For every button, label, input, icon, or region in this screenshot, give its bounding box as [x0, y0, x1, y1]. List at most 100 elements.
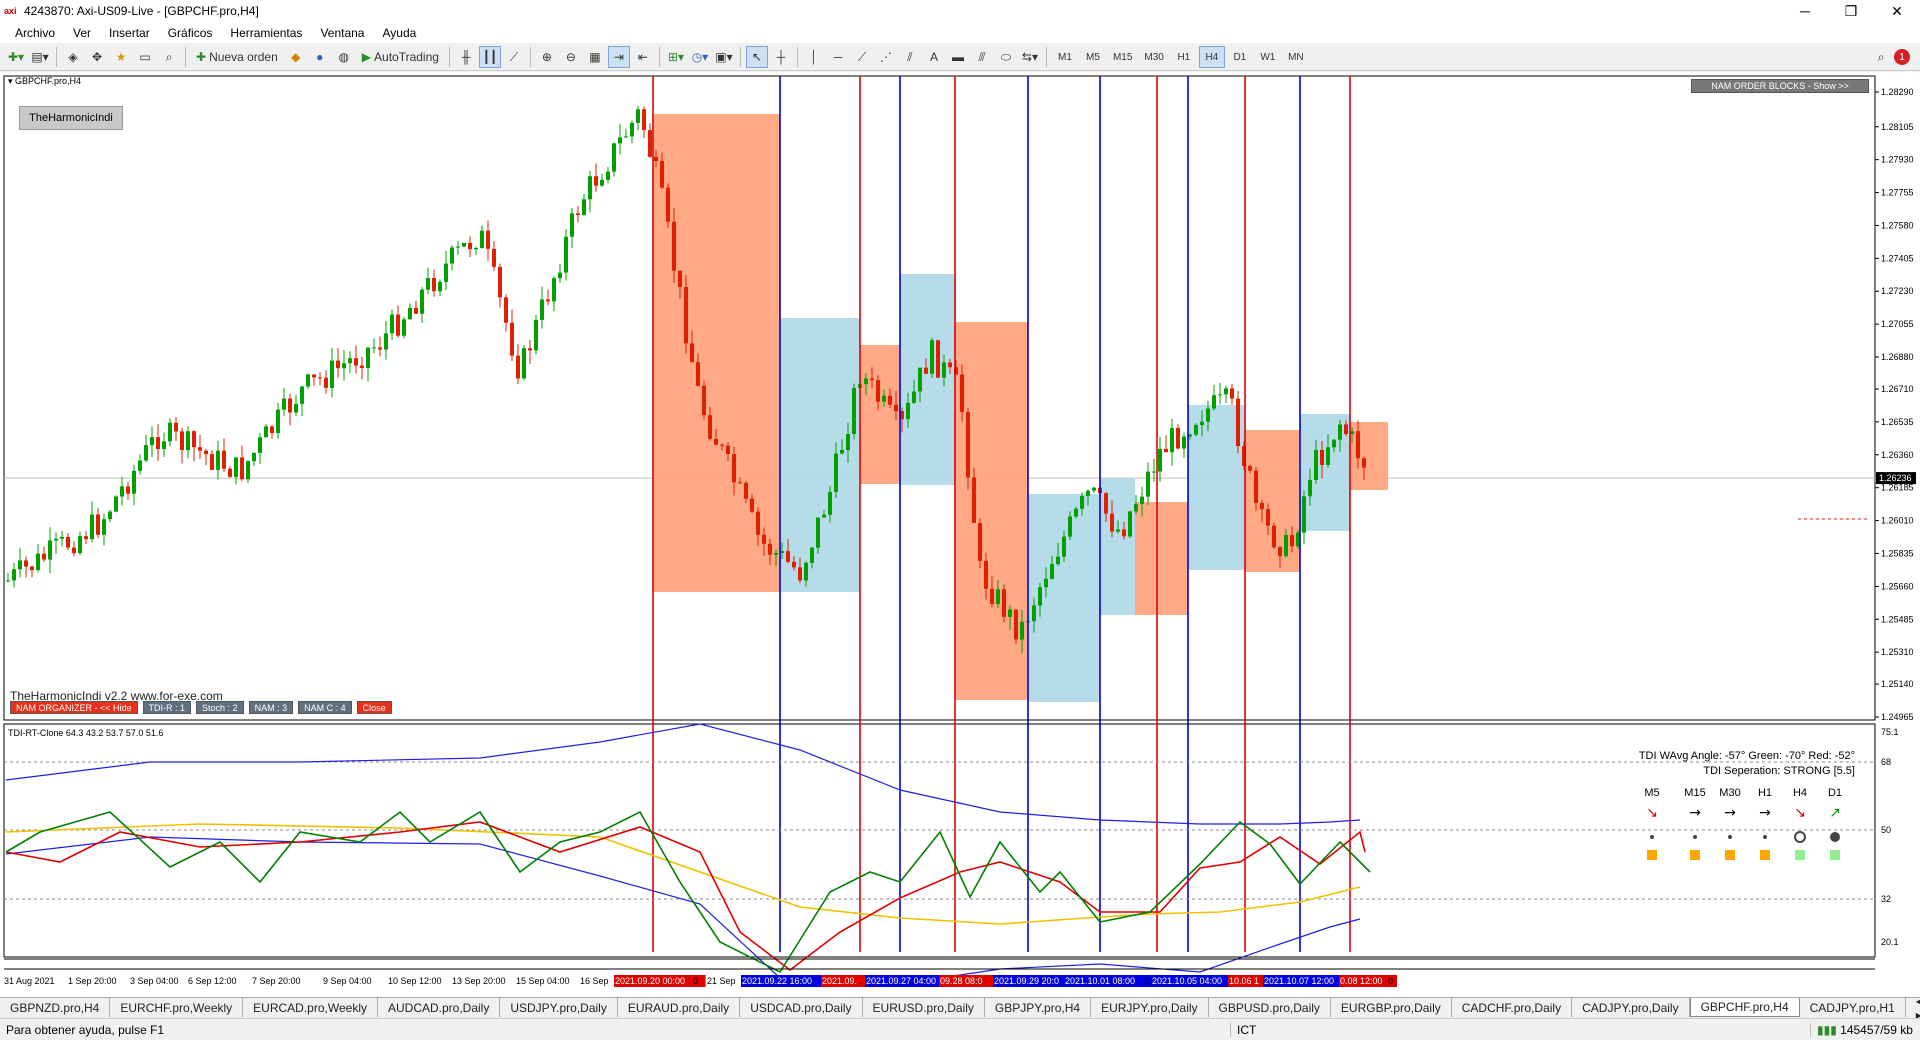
- tf-m5[interactable]: M5: [1080, 46, 1106, 68]
- chart-tab[interactable]: GBPUSD.pro,Daily: [1209, 998, 1331, 1017]
- label-tool-icon[interactable]: ▬: [947, 46, 969, 68]
- menu-archivo[interactable]: Archivo: [6, 26, 64, 40]
- menu-insertar[interactable]: Insertar: [100, 26, 159, 40]
- stoch-button[interactable]: Stoch : 2: [196, 701, 244, 714]
- new-chart-icon[interactable]: ✚▾: [5, 46, 27, 68]
- tf-h4[interactable]: H4: [1198, 46, 1225, 68]
- candlestick-icon[interactable]: ┃┃: [478, 46, 501, 68]
- menu-graficos[interactable]: Gráficos: [159, 26, 222, 40]
- chart-tab[interactable]: CADJPY.pro,Daily: [1572, 998, 1690, 1017]
- tab-scroll-icon[interactable]: ◂ ▸: [1906, 994, 1920, 1022]
- navigator-icon[interactable]: ★: [110, 46, 132, 68]
- bear-candle: [336, 360, 340, 369]
- market-watch-icon[interactable]: ◈: [62, 46, 84, 68]
- tf-h1[interactable]: H1: [1171, 46, 1197, 68]
- chart-tab[interactable]: EURCAD.pro,Weekly: [243, 998, 378, 1017]
- andrews-pitchfork-icon[interactable]: ⫻: [971, 46, 993, 68]
- notification-badge[interactable]: 1: [1894, 49, 1910, 65]
- indicators-icon[interactable]: ⊞▾: [665, 46, 687, 68]
- bull-candle: [36, 553, 40, 571]
- minimize-icon[interactable]: ─: [1782, 0, 1828, 22]
- arrows-icon[interactable]: ⇆▾: [1019, 46, 1041, 68]
- nam-button[interactable]: NAM : 3: [248, 701, 294, 714]
- tf-mn[interactable]: MN: [1283, 46, 1309, 68]
- new-order-button[interactable]: ✚ Nueva orden: [191, 46, 283, 68]
- bear-candle: [1002, 589, 1006, 617]
- tdi-r-button[interactable]: TDI-R : 1: [142, 701, 192, 714]
- chart-tab[interactable]: EURJPY.pro,Daily: [1091, 998, 1209, 1017]
- templates-icon[interactable]: ▣▾: [713, 46, 735, 68]
- zoom-in-icon[interactable]: ⊕: [536, 46, 558, 68]
- market-icon[interactable]: ◍: [333, 46, 355, 68]
- nam-order-blocks-button[interactable]: NAM ORDER BLOCKS - Show >>: [1691, 79, 1869, 93]
- menu-ayuda[interactable]: Ayuda: [373, 26, 425, 40]
- time-axis-label: 10.06 1: [1229, 976, 1259, 986]
- bull-candle: [912, 391, 916, 403]
- bull-candle: [1020, 621, 1024, 640]
- shapes-icon[interactable]: ⬭: [995, 46, 1017, 68]
- nam-organizer-hide-button[interactable]: NAM ORGANIZER - << Hide: [10, 701, 138, 714]
- bull-candle: [1200, 421, 1204, 425]
- harmonic-indi-button[interactable]: TheHarmonicIndi: [19, 106, 123, 130]
- bar-chart-icon[interactable]: ╫: [455, 46, 477, 68]
- chart-canvas[interactable]: 1.28290 1.28105 1.27930 1.27755 1.27580 1.274…: [0, 72, 1920, 997]
- chart-tab[interactable]: EURUSD.pro,Daily: [863, 998, 985, 1017]
- chart-window[interactable]: 1.28290 1.28105 1.27930 1.27755 1.27580 1.274…: [0, 72, 1920, 997]
- bull-candle: [444, 263, 448, 282]
- text-tool-icon[interactable]: A: [923, 46, 945, 68]
- chart-tab[interactable]: GBPCHF.pro,H4: [1689, 998, 1800, 1017]
- chart-tab[interactable]: USDCAD.pro,Daily: [740, 998, 863, 1017]
- signals-icon[interactable]: ●: [309, 46, 331, 68]
- restore-icon[interactable]: ❐: [1828, 0, 1874, 22]
- bull-candle: [1338, 424, 1342, 440]
- horizontal-line-icon[interactable]: ─: [827, 46, 849, 68]
- bear-candle: [1320, 449, 1324, 465]
- chart-tab[interactable]: CADCHF.pro,Daily: [1452, 998, 1573, 1017]
- chart-tab[interactable]: GBPJPY.pro,H4: [985, 998, 1092, 1017]
- tf-m1[interactable]: M1: [1052, 46, 1078, 68]
- chart-tab[interactable]: CADJPY.pro,H1: [1800, 998, 1906, 1017]
- chart-tab[interactable]: GBPNZD.pro,H4: [0, 998, 111, 1017]
- fibonacci-icon[interactable]: ⋰: [875, 46, 897, 68]
- search-icon[interactable]: ⌕: [1870, 46, 1892, 68]
- tf-w1[interactable]: W1: [1255, 46, 1281, 68]
- periods-icon[interactable]: ◷▾: [689, 46, 711, 68]
- tf-m15[interactable]: M15: [1108, 46, 1137, 68]
- bull-candle: [114, 496, 118, 512]
- app-logo-icon: axi: [4, 6, 17, 16]
- chart-tab[interactable]: EURCHF.pro,Weekly: [110, 998, 244, 1017]
- profiles-icon[interactable]: ▤▾: [29, 46, 51, 68]
- channel-icon[interactable]: ⫽: [899, 46, 921, 68]
- zoom-out-icon[interactable]: ⊖: [560, 46, 582, 68]
- tile-windows-icon[interactable]: ▦: [584, 46, 606, 68]
- close-organizer-button[interactable]: Close: [356, 701, 392, 714]
- trendline-icon[interactable]: ⟋: [851, 46, 873, 68]
- terminal-icon[interactable]: ▭: [134, 46, 156, 68]
- menu-ver[interactable]: Ver: [64, 26, 100, 40]
- close-icon[interactable]: ✕: [1874, 0, 1920, 22]
- time-axis-label: 7 Sep 20:00: [252, 976, 301, 986]
- line-chart-icon[interactable]: ⟋: [503, 46, 525, 68]
- vertical-line-icon[interactable]: │: [803, 46, 825, 68]
- chart-tab[interactable]: EURGBP.pro,Daily: [1331, 998, 1452, 1017]
- nam-c-button[interactable]: NAM C : 4: [298, 701, 352, 714]
- bull-candle: [774, 552, 778, 555]
- data-window-icon[interactable]: ✥: [86, 46, 108, 68]
- metaeditor-icon[interactable]: ◆: [285, 46, 307, 68]
- tf-m30[interactable]: M30: [1139, 46, 1168, 68]
- bull-candle: [120, 486, 124, 497]
- bear-candle: [30, 566, 34, 571]
- chart-tab[interactable]: USDJPY.pro,Daily: [500, 998, 618, 1017]
- chart-tab[interactable]: AUDCAD.pro,Daily: [378, 998, 501, 1017]
- autoscroll-icon[interactable]: ⇥: [607, 46, 630, 68]
- strategy-tester-icon[interactable]: ⌕: [158, 46, 180, 68]
- bear-candle: [972, 477, 976, 523]
- menu-herramientas[interactable]: Herramientas: [221, 26, 311, 40]
- cursor-icon[interactable]: ↖: [745, 46, 768, 68]
- menu-ventana[interactable]: Ventana: [311, 26, 373, 40]
- chart-shift-icon[interactable]: ⇤: [632, 46, 654, 68]
- crosshair-icon[interactable]: ┼: [770, 46, 792, 68]
- tf-d1[interactable]: D1: [1227, 46, 1253, 68]
- autotrading-button[interactable]: ▶ AutoTrading: [357, 46, 444, 68]
- chart-tab[interactable]: EURAUD.pro,Daily: [618, 998, 741, 1017]
